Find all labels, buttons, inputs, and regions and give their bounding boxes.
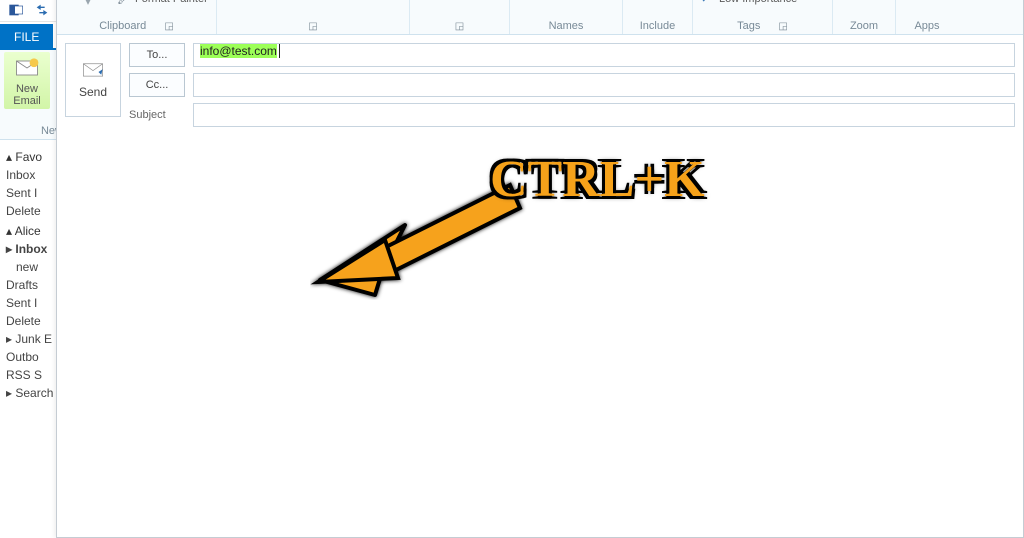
nav-deleted[interactable]: Delete [6,314,50,328]
arrow-down-icon: ↓ [701,0,715,6]
nav-sent[interactable]: Sent I [6,296,50,310]
cc-button[interactable]: Cc... [129,73,185,97]
group-tags-label: Tags [737,20,760,32]
new-email-label: New Email [13,84,41,107]
group-names-label: Names [549,20,584,32]
to-field[interactable]: info@test.com [193,43,1015,67]
nav-outbox[interactable]: Outbo [6,350,50,364]
subject-label: Subject [129,109,185,121]
tags-launcher-icon[interactable]: ◲ [778,21,787,32]
group-zoom-label: Zoom [850,20,878,32]
nav-inbox[interactable]: ▸ Inbox [6,242,50,256]
send-envelope-icon [79,61,107,83]
group-apps-label: Apps [914,20,939,32]
new-email-button[interactable]: New Email [4,52,50,109]
nav-new[interactable]: new [6,260,50,274]
to-button[interactable]: To... [129,43,185,67]
send-button[interactable]: Send [65,43,121,117]
nav-junk[interactable]: ▸ Junk E [6,332,50,346]
paintbrush-icon: 🖌 [117,0,131,6]
group-clipboard-label: Clipboard [99,20,146,32]
compose-address-area: Send To... info@test.com Cc... Subject [57,35,1023,135]
font-launcher-icon[interactable]: ◲ [308,21,317,32]
format-painter-button[interactable]: 🖌Format Painter [117,0,208,9]
nav-fav-sent[interactable]: Sent I [6,186,50,200]
to-field-value: info@test.com [200,44,277,58]
nav-favorites-header[interactable]: ▴ Favo [6,150,50,164]
para-launcher-icon[interactable]: ◲ [455,21,464,32]
nav-account-header[interactable]: ▴ Alice [6,224,50,238]
nav-search[interactable]: ▸ Search [6,386,50,400]
paste-button[interactable]: Paste▾ [65,0,111,9]
cc-field[interactable] [193,73,1015,97]
nav-fav-inbox[interactable]: Inbox [6,168,50,182]
tab-file[interactable]: FILE [0,24,53,50]
compose-ribbon: Paste▾ ✂Cut 📄Copy 🖌Format Painter Clipbo… [57,0,1023,35]
compose-window: 💾 ↶ ↷ ↑ ↓ ▾ Untitled - Message (HTML) ? … [56,0,1024,538]
send-label: Send [79,85,107,99]
nav-fav-deleted[interactable]: Delete [6,204,50,218]
subject-field[interactable] [193,103,1015,127]
envelope-new-icon [13,54,41,82]
low-importance[interactable]: ↓Low Importance [701,0,824,9]
clipboard-launcher-icon[interactable]: ◲ [164,21,173,32]
folder-nav: ▴ Favo Inbox Sent I Delete ▴ Alice ▸ Inb… [0,140,54,538]
group-include-label: Include [640,20,675,32]
nav-drafts[interactable]: Drafts [6,278,50,292]
nav-rss[interactable]: RSS S [6,368,50,382]
